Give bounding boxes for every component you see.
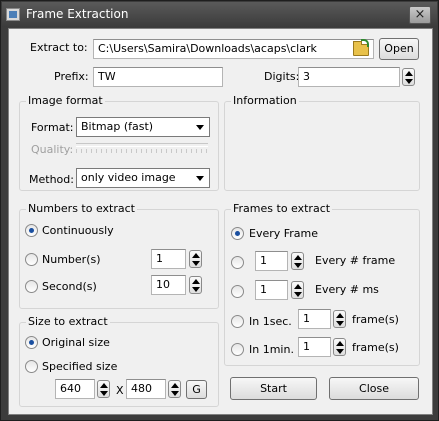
spin-down-icon[interactable] [192,287,200,292]
g-button[interactable]: G [186,380,207,399]
dialog-body: Extract to: C:\Users\Samira\Downloads\ac… [8,28,433,415]
format-label: Format: [31,121,74,134]
spin-up-icon[interactable] [294,255,302,260]
numbers-radio[interactable] [25,253,38,266]
extract-path-value: C:\Users\Samira\Downloads\acaps\clark [98,42,317,55]
in-1sec-radio[interactable] [231,315,244,328]
seconds-spinner[interactable] [189,276,202,294]
format-select-value: Bitmap (fast) [81,120,154,133]
spin-down-icon[interactable] [294,292,302,297]
information-title: Information [231,94,299,107]
spin-up-icon[interactable] [294,284,302,289]
start-button-label: Start [260,382,287,395]
every-n-ms-spinner[interactable] [291,281,304,299]
numbers-title: Numbers to extract [26,202,137,215]
spin-down-icon[interactable] [171,391,179,396]
every-n-ms-field[interactable]: 1 [255,280,288,300]
extract-to-label: Extract to: [30,41,88,54]
every-frame-label[interactable]: Every Frame [249,227,318,240]
in-1min-spinner[interactable] [333,338,346,356]
every-n-frame-label: Every # frame [315,254,396,267]
height-field[interactable]: 480 [126,379,166,399]
every-n-frame-radio[interactable] [231,256,244,269]
in-1sec-unit: frame(s) [352,313,399,326]
open-button-label: Open [384,42,414,55]
in-1min-unit: frame(s) [352,341,399,354]
chevron-down-icon [196,125,204,130]
spin-up-icon[interactable] [100,383,108,388]
spin-up-icon[interactable] [192,253,200,258]
every-n-ms-radio[interactable] [231,285,244,298]
window-close-button[interactable]: × [409,6,431,24]
specified-size-label[interactable]: Specified size [42,360,117,373]
every-n-ms-label: Every # ms [315,283,379,296]
spin-down-icon[interactable] [100,391,108,396]
window-title: Frame Extraction [26,7,129,21]
method-select[interactable]: only video image [76,168,210,188]
numbers-label[interactable]: Number(s) [42,253,101,266]
width-field[interactable]: 640 [55,379,95,399]
g-button-label: G [192,383,201,396]
information-group: Information [224,94,420,191]
every-n-frame-field[interactable]: 1 [255,251,288,271]
spin-up-icon[interactable] [336,313,344,318]
seconds-label[interactable]: Second(s) [42,280,97,293]
width-spinner[interactable] [97,380,110,398]
quality-slider [76,143,208,147]
seconds-radio[interactable] [25,280,38,293]
prefix-label: Prefix: [54,70,89,83]
start-button[interactable]: Start [230,377,317,400]
in-1min-field[interactable]: 1 [298,337,331,357]
height-spinner[interactable] [168,380,181,398]
numbers-spinner[interactable] [189,250,202,268]
app-icon [6,8,20,21]
method-label: Method: [29,173,74,186]
folder-open-icon[interactable] [353,39,369,56]
in-1sec-field[interactable]: 1 [298,309,331,329]
original-size-radio[interactable] [25,336,38,349]
numbers-field[interactable]: 1 [151,249,186,269]
in-1sec-label[interactable]: In 1sec. [249,315,292,328]
close-button[interactable]: Close [329,377,419,400]
image-format-title: Image format [26,94,105,107]
digits-field[interactable]: 3 [298,67,400,87]
in-1sec-spinner[interactable] [333,310,346,328]
every-n-frame-spinner[interactable] [291,252,304,270]
close-button-label: Close [359,382,389,395]
spin-up-icon[interactable] [405,71,413,76]
original-size-label[interactable]: Original size [42,336,110,349]
spin-down-icon[interactable] [294,263,302,268]
specified-size-radio[interactable] [25,360,38,373]
title-bar[interactable]: Frame Extraction × [2,2,437,27]
spin-up-icon[interactable] [336,341,344,346]
digits-spinner[interactable] [402,68,415,86]
size-title: Size to extract [26,315,110,328]
digits-label: Digits: [264,70,300,83]
quality-label: Quality: [31,143,74,156]
quality-slider-ticks [76,149,208,153]
spin-down-icon[interactable] [405,79,413,84]
frames-title: Frames to extract [231,202,333,215]
spin-down-icon[interactable] [336,321,344,326]
spin-up-icon[interactable] [192,279,200,284]
spin-up-icon[interactable] [171,383,179,388]
format-select[interactable]: Bitmap (fast) [76,117,210,137]
seconds-field[interactable]: 10 [151,275,186,295]
spin-down-icon[interactable] [336,349,344,354]
extract-path-field[interactable]: C:\Users\Samira\Downloads\acaps\clark [93,39,374,59]
continuously-radio[interactable] [25,224,38,237]
in-1min-radio[interactable] [231,343,244,356]
chevron-down-icon [196,176,204,181]
open-button[interactable]: Open [379,38,419,60]
continuously-label[interactable]: Continuously [42,224,114,237]
frame-extraction-window: Frame Extraction × Extract to: C:\Users\… [0,0,439,421]
prefix-field[interactable]: TW [93,67,223,87]
method-select-value: only video image [81,171,176,184]
spin-down-icon[interactable] [192,261,200,266]
every-frame-radio[interactable] [231,227,244,240]
in-1min-label[interactable]: In 1min. [249,343,294,356]
size-x-label: X [116,384,124,397]
